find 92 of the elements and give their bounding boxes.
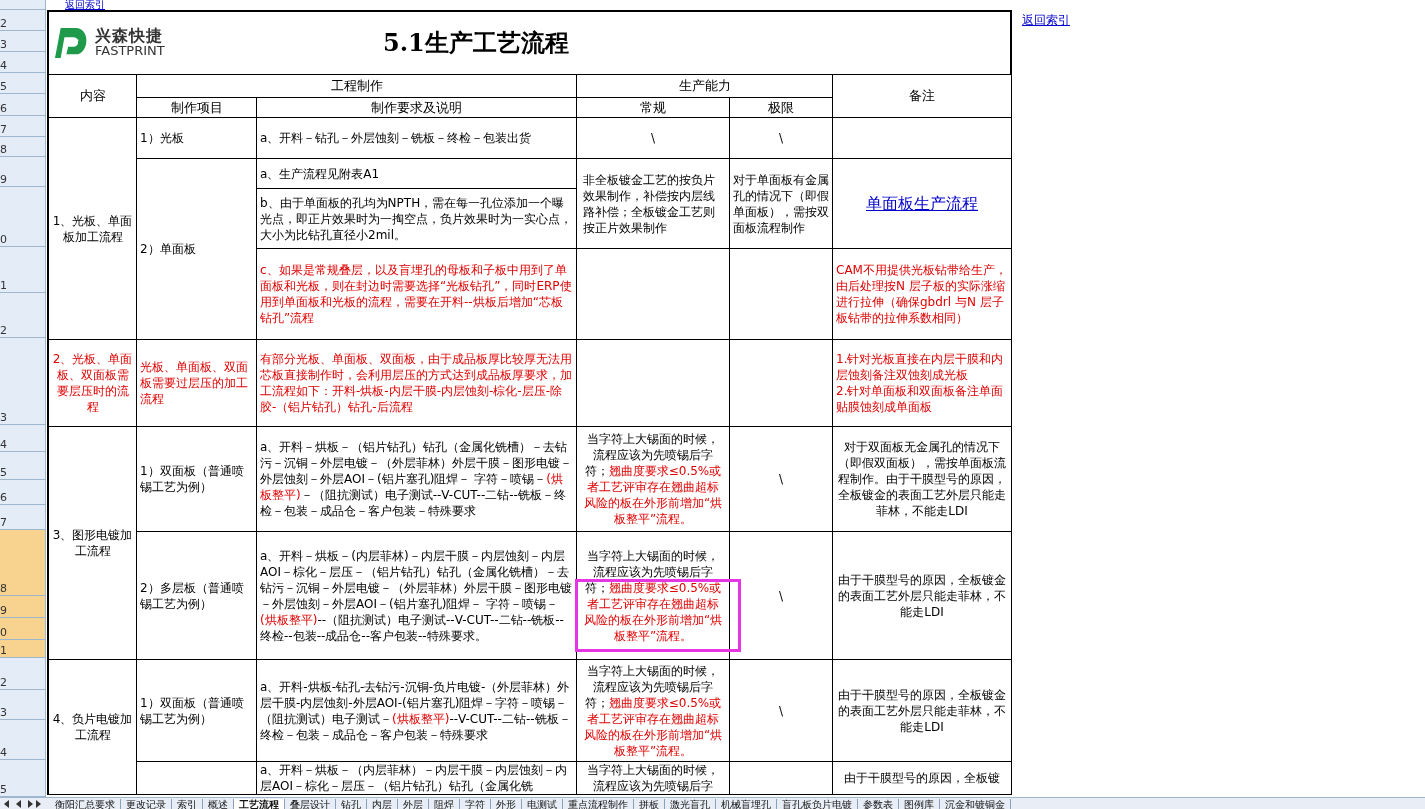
table-cell: a、开料－钻孔－外层蚀刻－铣板－终检－包装出货 xyxy=(257,118,577,159)
row-header[interactable]: 1 xyxy=(0,247,45,293)
sheet-tab[interactable]: 字符 xyxy=(460,798,491,809)
column-header: 制作项目 xyxy=(137,98,257,118)
back-link[interactable]: 返回索引 xyxy=(1022,13,1070,27)
table-cell: a、生产流程见附表A1 xyxy=(257,159,577,189)
table-cell: \ xyxy=(730,660,833,762)
sheet-tab[interactable]: 沉金和镀铜金 xyxy=(940,798,1011,809)
row-header[interactable]: 2 xyxy=(0,293,45,338)
row-header[interactable]: 5 xyxy=(0,73,45,94)
sheet-tab[interactable]: 衡阳汇总要求 xyxy=(50,798,121,809)
sheet-tab[interactable]: 外形 xyxy=(491,798,522,809)
table-cell: 当字符上大锡面的时候，流程应该为先喷锡后字符；翘曲度要求≤0.5%或者工艺评审存在翘曲超标风险的板在外形前增加“烘板整平”流程。 xyxy=(577,427,730,532)
table-cell: \ xyxy=(730,532,833,660)
table-cell: 当字符上大锡面的时候，流程应该为先喷锡后字符；翘曲度要求≤0.5%或者工艺评审存在翘曲超标风险的板在外形前增加“烘板整平”流程。 xyxy=(577,660,730,762)
table-cell: 当字符上大锡面的时候，流程应该为先喷锡后字 xyxy=(577,762,730,795)
table-cell: 1）双面板（普通喷锡工艺为例） xyxy=(137,427,257,532)
column-header: 常规 xyxy=(577,98,730,118)
sheet-tab[interactable]: 机械盲埋孔 xyxy=(716,798,777,809)
sheet-tab[interactable]: 工艺流程 xyxy=(234,798,285,809)
row-header[interactable]: 4 xyxy=(0,720,45,760)
table-cell: 4、负片电镀加工流程 xyxy=(49,660,137,795)
sheet-tab[interactable]: 电测试 xyxy=(522,798,563,809)
table-cell: 2）多层板（普通喷锡工艺为例） xyxy=(137,532,257,660)
table-cell: \ xyxy=(730,118,833,159)
table-cell: 1）双面板（普通喷锡工艺为例） xyxy=(137,660,257,762)
table-cell: 非全板镀金工艺的按负片效果制作，补偿按内层线路补偿；全板镀金工艺则按正片效果制作 xyxy=(577,159,730,249)
row-header[interactable]: 7 xyxy=(0,116,45,137)
table-cell: \ xyxy=(730,427,833,532)
back-link[interactable]: 返回索引 xyxy=(65,0,105,10)
table-cell: a、开料-烘板-钻孔-去钻污-沉铜-负片电镀-（外层菲林）外层干膜-内层蚀刻-外层AOI-(铝片塞孔)阻焊－字符－喷锡－（阻抗测试）电子测试－(烘板整平)--V-CUT--二钻--铣板－终检－包装－成品仓－客户包装－特殊要求 xyxy=(257,660,577,762)
row-header[interactable]: 6 xyxy=(0,480,45,505)
row-header[interactable]: 5 xyxy=(0,452,45,480)
sheet-tab[interactable]: 内层 xyxy=(367,798,398,809)
row-header[interactable]: 9 xyxy=(0,157,45,187)
table-cell: b、由于单面板的孔均为NPTH，需在每一孔位添加一个曝光点，即正片效果时为一掏空点，负片效果时为一实心点，大小为比钻孔直径小2mil。 xyxy=(257,189,577,249)
table-cell: \ xyxy=(577,118,730,159)
sheet-tab[interactable]: 拼板 xyxy=(634,798,665,809)
sheet-tab[interactable]: 盲孔板负片电镀 xyxy=(777,798,858,809)
column-header: 工程制作 xyxy=(137,75,577,98)
sheet-tab[interactable]: 更改记录 xyxy=(121,798,172,809)
row-header[interactable]: 2 xyxy=(0,10,45,31)
row-header[interactable]: 3 xyxy=(0,338,45,425)
table-cell: 有部分光板、单面板、双面板，由于成品板厚比较厚无法用芯板直接制作时，会利用层压的方式达到成品板厚要求，加工流程如下：开料-烘板-内层干膜-内层蚀刻-棕化-层压-除胶-（铝片钻孔）钻孔-后流程 xyxy=(257,340,577,427)
row-header[interactable]: 0 xyxy=(0,618,45,640)
table-cell: 对于单面板有金属孔的情况下（即假单面板），需按双面板流程制作 xyxy=(730,159,833,249)
sheet-tab[interactable]: 外层 xyxy=(398,798,429,809)
row-header[interactable]: 0 xyxy=(0,187,45,247)
table-cell: 由于干膜型号的原因，全板镀金的表面工艺外层只能走菲林，不能走LDI xyxy=(833,660,1012,762)
row-header[interactable]: 4 xyxy=(0,52,45,73)
table-cell: 1、光板、单面板加工流程 xyxy=(49,118,137,340)
row-header[interactable]: 3 xyxy=(0,690,45,720)
sheet-tab[interactable]: 图例库 xyxy=(899,798,940,809)
row-header[interactable]: 3 xyxy=(0,31,45,52)
sheet-tab[interactable]: 激光盲孔 xyxy=(665,798,716,809)
table-cell: 光板、单面板、双面板需要过层压的加工流程 xyxy=(137,340,257,427)
table-cell: CAM不用提供光板钻带给生产，由后处理按N 层子板的实际涨缩进行拉伸（确保gbdrl 与N 层子板钻带的拉伸系数相同） xyxy=(833,249,1012,340)
row-header[interactable]: 6 xyxy=(0,94,45,116)
flow-link[interactable]: 单面板生产流程 xyxy=(866,195,978,212)
column-header: 内容 xyxy=(49,75,137,118)
row-header[interactable]: 8 xyxy=(0,530,45,596)
sheet-tab[interactable]: 重点流程制作 xyxy=(563,798,634,809)
column-header: 生产能力 xyxy=(577,75,833,98)
table-cell: 2）单面板 xyxy=(137,159,257,340)
sheet-tab[interactable]: 参数表 xyxy=(858,798,899,809)
row-header[interactable]: 4 xyxy=(0,425,45,452)
column-header: 备注 xyxy=(833,75,1012,118)
sheet-tab[interactable]: 阻焊 xyxy=(429,798,460,809)
sheet-tab[interactable]: 钻孔 xyxy=(336,798,367,809)
table-cell: c、如果是常规叠层，以及盲埋孔的母板和子板中用到了单面板和光板，则在封边时需要选择“光板钻孔”，同时ERP使用到单面板和光板的流程，需要在开料--烘板后增加“芯板钻孔”流程 xyxy=(257,249,577,340)
table-cell: a、开料－烘板－（铝片钻孔）钻孔（金属化铣槽）－去钻污－沉铜－外层电镀－（外层菲林）外层干膜－图形电镀－外层蚀刻－外层AOI－(铝片塞孔)阻焊－ 字符－喷锡－(烘板整平)－（阻抗测试）电子测试--V-CUT--二钻--铣板－终检－包装－成品仓－客户包装－特殊要求 xyxy=(257,427,577,532)
table-cell: 由于干膜型号的原因，全板镀金的表面工艺外层只能走菲林，不能走LDI xyxy=(833,532,1012,660)
table-cell: 3、图形电镀加工流程 xyxy=(49,427,137,660)
column-header: 极限 xyxy=(730,98,833,118)
logo-name: 兴森快捷 xyxy=(95,28,164,43)
logo-subtitle: FASTPRINT xyxy=(95,43,165,58)
row-header[interactable]: 1 xyxy=(0,640,45,658)
row-header[interactable]: 2 xyxy=(0,658,45,690)
row-header[interactable]: 8 xyxy=(0,137,45,157)
table-cell: 1.针对光板直接在内层干膜和内层蚀刻备注双蚀刻成光板 2.针对单面板和双面板备注单面贴膜蚀刻成单面板 xyxy=(833,340,1012,427)
sheet-tab[interactable]: 叠层设计 xyxy=(285,798,336,809)
table-cell: a、开料－烘板－(内层菲林)－内层干膜－内层蚀刻－内层AOI－棕化－层压－（铝片钻孔）钻孔（金属化铣槽）－去钻污－沉铜－外层电镀－（外层菲林）外层干膜－图形电镀－外层蚀刻－外层AOI－(铝片塞孔)阻焊－ 字符－喷锡－ (烘板整平)--（阻抗测试）电子测试--V-CUT--二钻--铣板--终检--包装--成品仓--客户包装--特殊要求。 xyxy=(257,532,577,660)
column-header: 制作要求及说明 xyxy=(257,98,577,118)
table-cell: 当字符上大锡面的时候，流程应该为先喷锡后字符；翘曲度要求≤0.5%或者工艺评审存在翘曲超标风险的板在外形前增加“烘板整平”流程。 xyxy=(577,532,730,660)
row-header[interactable]: 9 xyxy=(0,596,45,618)
sheet-title: 5.1生产工艺流程 xyxy=(383,27,569,59)
sheet-tab[interactable]: 索引 xyxy=(172,798,203,809)
table-cell: 1）光板 xyxy=(137,118,257,159)
table-cell: a、开料－烘板－（内层菲林）－内层干膜－内层蚀刻－内层AOI－棕化－层压－（铝片钻孔）钻孔（金属化铣 xyxy=(257,762,577,795)
table-cell: 对于双面板无金属孔的情况下（即假双面板），需按单面板流程制作。由于干膜型号的原因，全板镀金的表面工艺外层只能走菲林，不能走LDI xyxy=(833,427,1012,532)
table-cell: 2、光板、单面板、双面板需要层压时的流程 xyxy=(49,340,137,427)
table-cell: 由于干膜型号的原因，全板镀 xyxy=(833,762,1012,795)
